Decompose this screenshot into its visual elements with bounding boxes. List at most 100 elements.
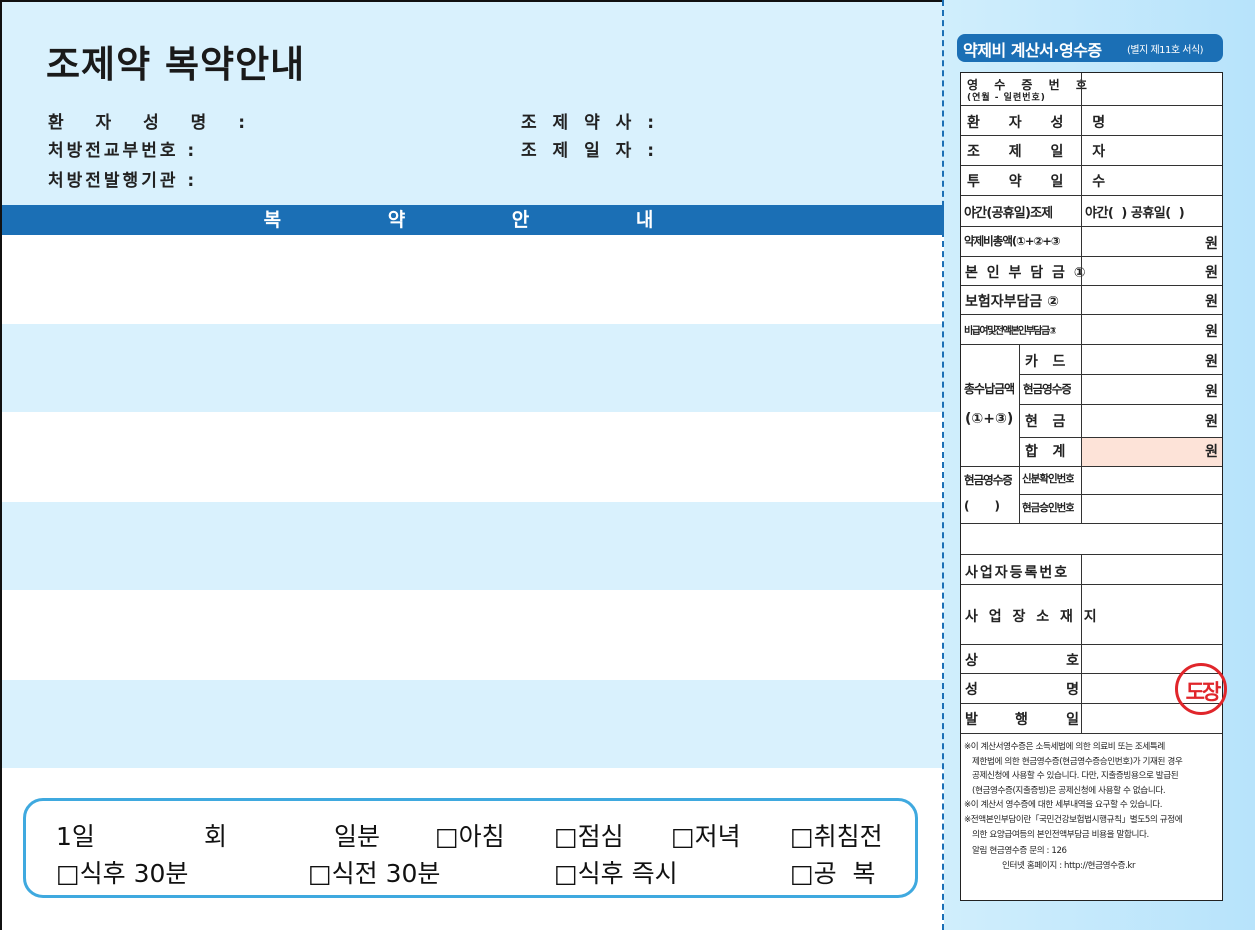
right-after-meal-checkbox[interactable]: □식후 즉시 xyxy=(554,854,678,890)
row-rule xyxy=(961,644,1222,645)
approval-no-label: 현금승인번호 xyxy=(1022,502,1074,514)
stamp: 도장 xyxy=(1175,663,1227,715)
won-insurer-pay: 원 xyxy=(1205,294,1218,310)
pharmacist-label: 조 제 약 사 : xyxy=(521,113,660,133)
guide-stripe xyxy=(2,324,945,412)
guide-stripe xyxy=(2,680,945,768)
issuing-institution-label: 처방전발행기관 : xyxy=(48,171,198,191)
receipt-title: 약제비 계산서·영수증 xyxy=(963,41,1102,60)
morning-checkbox[interactable]: □아침 xyxy=(435,817,505,853)
col-rule xyxy=(1081,344,1082,523)
dosage-days[interactable]: 일분 xyxy=(334,817,380,853)
receipt-form-note: (별지 제11호 서식) xyxy=(1127,45,1204,56)
name-label: 성명 xyxy=(965,682,1079,698)
won-card: 원 xyxy=(1205,354,1218,370)
row-rule xyxy=(961,523,1222,524)
patient-name-label: 환 자 성 명 : xyxy=(48,113,259,133)
section-bar: 복 약 안 내 xyxy=(2,205,945,235)
cash-receipt-block-paren[interactable]: ( ) xyxy=(964,499,1000,513)
row-rule xyxy=(961,584,1222,585)
won-self-pay: 원 xyxy=(1205,265,1218,281)
row-rule xyxy=(1019,437,1222,438)
dispense-date-label: 조 제 일 자 : xyxy=(521,141,660,161)
lunch-checkbox[interactable]: □점심 xyxy=(554,817,624,853)
evening-checkbox[interactable]: □저녁 xyxy=(671,817,741,853)
dispense-date-field[interactable]: 조 제 일 자 : xyxy=(521,136,659,161)
night-holiday-label: 야간(공휴일)조제 xyxy=(964,206,1053,221)
guide-title: 조제약 복약안내 xyxy=(46,43,306,86)
row-rule xyxy=(961,135,1222,136)
row-rule xyxy=(961,466,1222,467)
note-line: ※이 계산서영수증은 소득세법에 의한 의료비 또는 조세특례 xyxy=(964,742,1165,752)
trade-name-label: 상호 xyxy=(965,653,1079,669)
dosage-times[interactable]: 회 xyxy=(204,817,227,853)
section-title: 복 약 안 내 xyxy=(263,209,704,231)
row-rule xyxy=(1019,494,1222,495)
row-rule xyxy=(961,105,1222,106)
note-line: 의한 요양급여등의 본인전액부담금 비용을 말합니다. xyxy=(972,829,1149,840)
dose-days-label: 투 약 일 수 xyxy=(967,174,1118,190)
note-line: 공제신청에 사용할 수 있습니다. 다만, 지출증빙용으로 발급된 xyxy=(972,771,1179,782)
night-holiday-value[interactable]: 야간( ) 공휴일( ) xyxy=(1085,202,1184,221)
won-non-covered: 원 xyxy=(1205,324,1218,340)
patient-name-field[interactable]: 환 자 성 명 : xyxy=(48,108,258,133)
row-rule xyxy=(961,285,1222,286)
col-rule xyxy=(1081,73,1082,344)
biz-reg-no-label: 사업자등록번호 xyxy=(965,565,1070,581)
prescription-no-field[interactable]: 처방전교부번호 : xyxy=(48,136,197,161)
row-rule xyxy=(961,256,1222,257)
card-label: 카 드 xyxy=(1025,354,1066,370)
won-cash-receipt: 원 xyxy=(1205,384,1218,400)
won-cash: 원 xyxy=(1205,414,1218,430)
guide-stripe xyxy=(2,502,945,590)
total-paid-label: 총수납금액 xyxy=(964,382,1015,396)
biz-address-label: 사 업 장 소 재 지 xyxy=(965,609,1100,625)
won-total-cost: 원 xyxy=(1205,236,1218,252)
non-covered-label: 비급여및전액본인부담금③ xyxy=(964,326,1056,337)
row-rule xyxy=(961,554,1222,555)
row-rule xyxy=(961,314,1222,315)
contact-line: 알림 현금영수증 문의 : 126 xyxy=(972,846,1067,857)
note-line: (현금영수증(지출증빙)은 공제신청에 사용할 수 없습니다. xyxy=(972,785,1166,796)
dosage-per-day[interactable]: 1일 xyxy=(56,817,95,853)
sum-cell-bg xyxy=(1081,438,1222,466)
row-rule xyxy=(1019,404,1222,405)
row-rule xyxy=(961,344,1222,345)
won-sum: 원 xyxy=(1205,444,1218,460)
insurer-pay-label: 보험자부담금 ② xyxy=(965,294,1060,310)
row-rule xyxy=(961,226,1222,227)
dosage-box: 1일 회 일분 □아침 □점심 □저녁 □취침전 □식후 30분 □식전 30분… xyxy=(23,798,918,898)
cash-receipt-label: 현금영수증 xyxy=(1023,382,1071,396)
stamp-text: 도장 xyxy=(1185,680,1222,704)
contact-line: 인터넷 홈페이지 : http://현금영수증.kr xyxy=(1002,860,1136,871)
total-paid-formula: (①+③) xyxy=(965,411,1014,427)
prescription-guide: 조제약 복약안내 환 자 성 명 : 처방전교부번호 : 처방전발행기관 : 조… xyxy=(0,0,945,930)
id-check-no-label: 신분확인번호 xyxy=(1022,473,1074,485)
issue-date-label: 발행일 xyxy=(965,712,1079,728)
row-rule xyxy=(961,195,1222,196)
pharmacist-field[interactable]: 조 제 약 사 : xyxy=(521,108,659,133)
sum-label: 합 계 xyxy=(1025,444,1066,460)
cash-receipt-block-label: 현금영수증 xyxy=(964,473,1012,487)
cash-label: 현 금 xyxy=(1025,414,1066,430)
total-cost-label: 약제비총액(①+②+③ xyxy=(964,234,1060,248)
row-rule xyxy=(961,733,1222,734)
col-rule xyxy=(1019,344,1020,523)
note-line: ※전액본인부담이란「국민건강보험법시행규칙」별도5의 규정에 xyxy=(964,814,1183,825)
issuing-institution-field[interactable]: 처방전발행기관 : xyxy=(48,166,197,191)
receipt-title-bar: 약제비 계산서·영수증 (별지 제11호 서식) xyxy=(957,34,1223,62)
dispense-date-label: 조 제 일 자 xyxy=(967,144,1118,160)
prescription-no-label: 처방전교부번호 : xyxy=(48,141,198,161)
row-rule xyxy=(1019,374,1222,375)
self-pay-label: 본 인 부 담 금 ① xyxy=(965,265,1088,281)
note-line: ※이 계산서 영수증에 대한 세부내역을 요구할 수 있습니다. xyxy=(964,800,1163,811)
row-rule xyxy=(961,165,1222,166)
col-rule xyxy=(1081,554,1082,733)
before-meal-30-checkbox[interactable]: □식전 30분 xyxy=(308,854,440,890)
bedtime-checkbox[interactable]: □취침전 xyxy=(790,817,883,853)
receipt-notes: ※이 계산서영수증은 소득세법에 의한 의료비 또는 조세특례 제한법에 의한 … xyxy=(964,740,1222,873)
empty-stomach-checkbox[interactable]: □공 복 xyxy=(790,854,876,890)
note-line: 제한법에 의한 현금영수증(현금영수증승인번호)가 기재된 경우 xyxy=(972,756,1183,767)
receipt-no-sub-label: (연월 - 일련번호) xyxy=(967,93,1046,103)
after-meal-30-checkbox[interactable]: □식후 30분 xyxy=(56,854,188,890)
